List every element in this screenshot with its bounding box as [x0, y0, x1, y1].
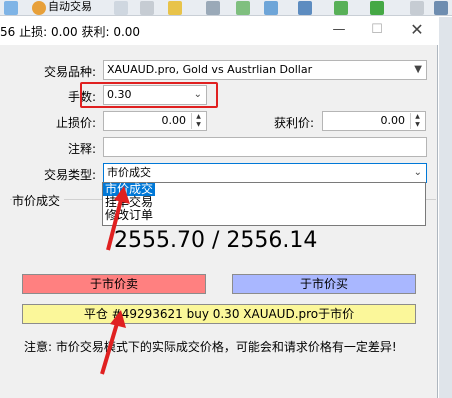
chevron-down-icon: ⌄	[413, 167, 422, 178]
order-type-value: 市价成交	[107, 166, 151, 179]
stop-loss-label: 止损价:	[55, 116, 96, 130]
profiles-icon[interactable]	[434, 1, 448, 15]
auto-trading-label[interactable]: 自动交易	[48, 0, 92, 14]
annotation-arrow-icon	[100, 310, 126, 375]
volume-highlight-box	[80, 82, 218, 108]
bid-ask-price: 2555.70 / 2556.14	[114, 228, 318, 253]
spin-arrows-icon[interactable]: ▲ ▼	[410, 113, 424, 129]
annotation-arrow-icon	[106, 186, 130, 251]
dialog-title: 56 止损: 0.00 获利: 0.00	[0, 25, 141, 39]
execution-note: 注意: 市价交易模式下的实际成交价格，可能会和请求价格有一定差异!	[24, 340, 397, 354]
buy-at-market-button[interactable]: 于市价买	[232, 274, 416, 294]
settings-icon[interactable]	[168, 1, 182, 15]
sell-at-market-button[interactable]: 于市价卖	[22, 274, 206, 294]
dialog-titlebar: 56 止损: 0.00 获利: 0.00 — ☐ ✕	[0, 17, 438, 45]
order-type-label: 交易类型:	[43, 168, 96, 182]
spin-arrows-icon[interactable]: ▲ ▼	[191, 113, 205, 129]
chevron-down-icon: ▼	[414, 64, 422, 75]
app-toolbar: 自动交易	[0, 0, 452, 16]
take-profit-input[interactable]: 0.00 ▲ ▼	[322, 111, 426, 131]
symbol-select[interactable]: XAUAUD.pro, Gold vs Austrlian Dollar ▼	[103, 60, 427, 80]
stop-loss-value: 0.00	[161, 114, 187, 127]
comment-label: 注释:	[67, 142, 96, 156]
close-button[interactable]: ✕	[402, 19, 432, 41]
comment-input[interactable]	[103, 137, 427, 157]
auto-trading-icon[interactable]	[32, 1, 46, 15]
tile-windows-icon[interactable]	[298, 1, 312, 15]
candle-chart-icon[interactable]	[236, 1, 250, 15]
symbol-label: 交易品种:	[43, 65, 96, 79]
add-indicator-icon[interactable]	[370, 1, 384, 15]
order-type-dropdown: 市价成交 挂单交易 修改订单	[102, 182, 426, 226]
minimize-button[interactable]: —	[324, 19, 354, 41]
dropdown-option[interactable]: 修改订单	[103, 209, 425, 222]
close-position-button[interactable]: 平仓 #49293621 buy 0.30 XAUAUD.pro于市价	[22, 304, 416, 324]
take-profit-value: 0.00	[380, 114, 406, 127]
toolbar-icon[interactable]	[4, 1, 18, 15]
line-chart-icon[interactable]	[264, 1, 278, 15]
order-type-select[interactable]: 市价成交 ⌄	[103, 163, 427, 183]
maximize-button[interactable]: ☐	[362, 19, 392, 41]
symbol-value: XAUAUD.pro, Gold vs Austrlian Dollar	[107, 63, 313, 76]
print-icon[interactable]	[140, 1, 154, 15]
stop-loss-input[interactable]: 0.00 ▲ ▼	[103, 111, 207, 131]
group-title: 市价成交	[12, 192, 65, 209]
side-panel-edge	[439, 17, 452, 398]
new-document-icon[interactable]	[114, 1, 128, 15]
take-profit-label: 获利价:	[273, 116, 314, 130]
play-icon[interactable]	[334, 1, 348, 15]
bar-chart-icon[interactable]	[206, 1, 220, 15]
templates-icon[interactable]	[410, 1, 424, 15]
